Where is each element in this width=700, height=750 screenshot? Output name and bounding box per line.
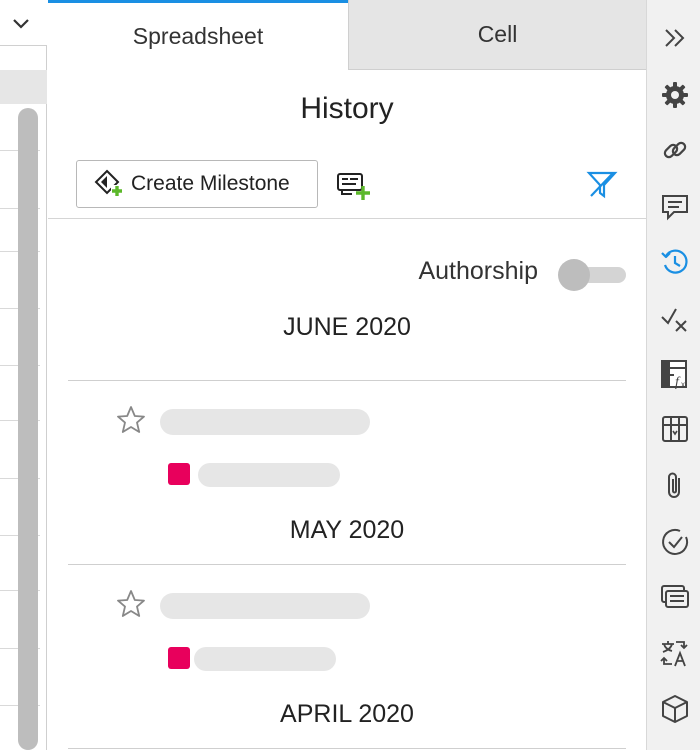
cube-icon[interactable]	[660, 694, 690, 724]
formula-icon[interactable]: f x	[660, 359, 690, 389]
column-header-band	[0, 70, 47, 104]
vertical-scrollbar[interactable]	[18, 108, 38, 750]
check-cross-icon[interactable]	[660, 304, 690, 334]
collapse-panel-icon[interactable]	[660, 23, 690, 53]
gear-icon[interactable]	[660, 80, 690, 110]
history-icon[interactable]	[660, 247, 690, 277]
table-icon[interactable]	[660, 414, 690, 444]
star-icon[interactable]	[116, 589, 146, 619]
author-color-chip	[168, 647, 190, 669]
tab-spreadsheet[interactable]: Spreadsheet	[48, 0, 348, 70]
paperclip-icon[interactable]	[660, 470, 690, 500]
author-name-placeholder	[198, 463, 340, 487]
spreadsheet-edge	[0, 0, 47, 750]
filter-icon[interactable]	[586, 168, 618, 200]
section-divider	[68, 564, 626, 565]
comment-icon[interactable]	[660, 192, 690, 222]
authorship-label: Authorship	[418, 257, 538, 285]
authorship-toggle[interactable]	[558, 259, 626, 291]
add-version-icon[interactable]	[336, 170, 372, 202]
month-heading: APRIL 2020	[280, 700, 414, 728]
history-toolbar: Create Milestone	[48, 160, 646, 218]
author-color-chip	[168, 463, 190, 485]
author-name-placeholder	[194, 647, 336, 671]
create-milestone-label: Create Milestone	[131, 172, 290, 195]
translate-icon[interactable]	[660, 638, 690, 668]
chevron-down-icon	[13, 19, 29, 29]
month-heading: JUNE 2020	[283, 313, 411, 341]
sidebar-icon-rail: f x	[646, 0, 700, 750]
sheet-dropdown[interactable]	[0, 0, 47, 46]
history-panel: Spreadsheet Cell History Create Mileston…	[48, 0, 646, 750]
list-icon[interactable]	[660, 582, 690, 612]
version-title-placeholder	[160, 593, 370, 619]
tab-cell[interactable]: Cell	[348, 0, 646, 70]
month-heading: MAY 2020	[289, 516, 405, 544]
milestone-add-icon	[94, 169, 123, 197]
create-milestone-button[interactable]: Create Milestone	[76, 160, 318, 208]
toolbar-divider	[48, 218, 646, 219]
version-title-placeholder	[160, 409, 370, 435]
section-divider	[68, 380, 626, 381]
panel-title: History	[300, 92, 394, 125]
authorship-row: Authorship	[48, 255, 646, 295]
link-icon[interactable]	[660, 135, 690, 165]
panel-tabs: Spreadsheet Cell	[48, 0, 646, 70]
svg-text:x: x	[681, 380, 685, 389]
star-icon[interactable]	[116, 405, 146, 435]
checkmark-circle-icon[interactable]	[660, 527, 690, 557]
toggle-knob	[558, 259, 590, 291]
section-divider	[68, 748, 626, 749]
